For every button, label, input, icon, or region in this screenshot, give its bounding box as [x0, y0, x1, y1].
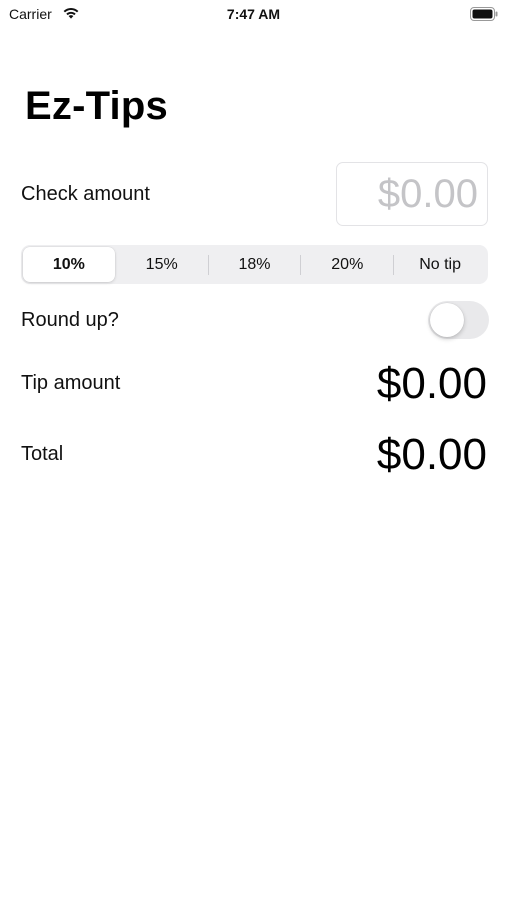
check-amount-input[interactable] [336, 162, 488, 226]
tip-amount-label: Tip amount [21, 372, 121, 394]
tip-option-20[interactable]: 20% [301, 247, 393, 282]
battery-icon [470, 7, 498, 26]
tip-option-none[interactable]: No tip [394, 247, 486, 282]
round-up-label: Round up? [21, 309, 119, 331]
tip-option-15[interactable]: 15% [116, 247, 208, 282]
round-up-toggle[interactable] [428, 301, 489, 339]
page-title: Ez-Tips [25, 84, 168, 128]
status-time: 7:47 AM [226, 6, 281, 22]
tip-amount-value: $0.00 [376, 359, 487, 408]
tip-option-10[interactable]: 10% [23, 247, 115, 282]
tip-option-18[interactable]: 18% [209, 247, 301, 282]
tip-percent-segmented-control: 10% 15% 18% 20% No tip [21, 245, 488, 284]
check-amount-label: Check amount [21, 183, 150, 205]
total-value: $0.00 [376, 430, 487, 479]
toggle-knob [430, 303, 464, 337]
status-bar: Carrier 7:47 AM [0, 0, 507, 28]
total-label: Total [21, 443, 64, 465]
app-screen: Carrier 7:47 AM Ez-Tips Check amount 10%… [0, 0, 507, 900]
